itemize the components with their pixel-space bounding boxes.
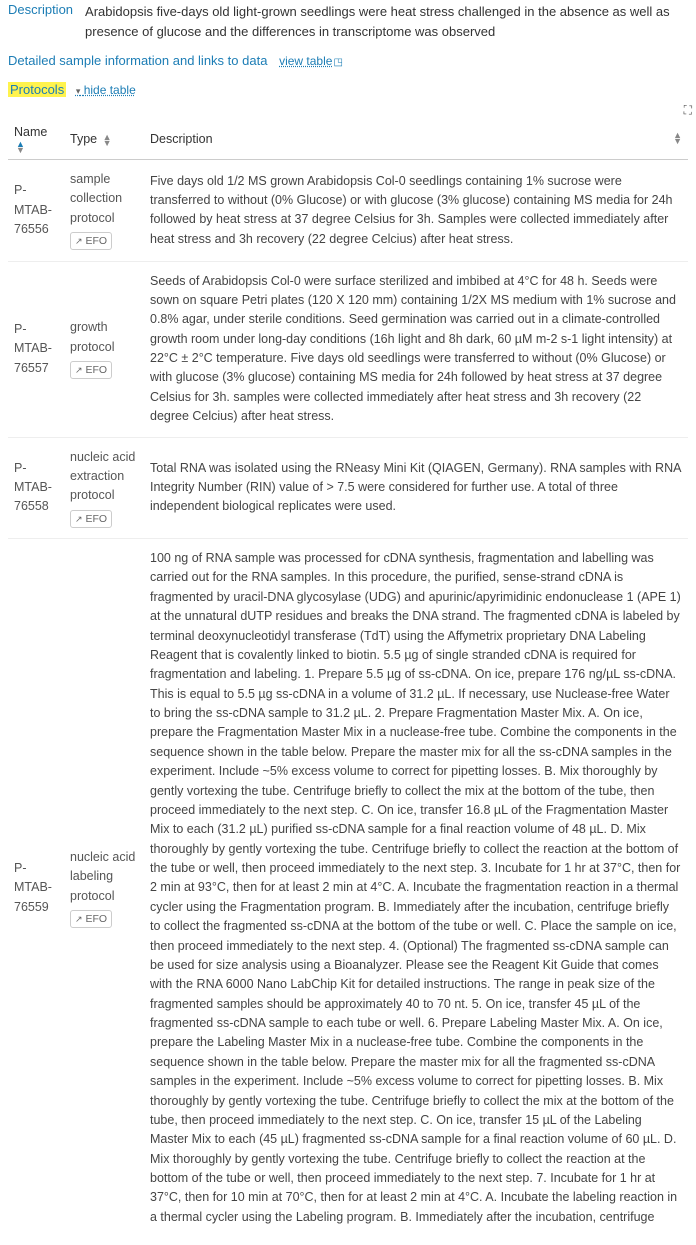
- cell-name: P-MTAB-76559: [8, 539, 64, 1238]
- cell-description: Seeds of Arabidopsis Col-0 were surface …: [144, 261, 688, 437]
- external-link-icon: ◳: [333, 57, 342, 68]
- cell-description: Total RNA was isolated using the RNeasy …: [144, 437, 688, 539]
- sort-icon: ▲▼: [103, 134, 112, 146]
- description-text: Arabidopsis five-days old light-grown se…: [85, 2, 688, 41]
- efo-button[interactable]: ↗ EFO: [70, 361, 112, 379]
- view-table-label: view table: [279, 54, 332, 68]
- external-link-icon: ↗: [75, 514, 83, 524]
- view-table-button[interactable]: view table◳: [279, 54, 343, 68]
- cell-type: sample collection protocol ↗ EFO: [64, 160, 144, 262]
- external-link-icon: ↗: [75, 236, 83, 246]
- column-header-description[interactable]: Description ▲▼: [144, 119, 688, 160]
- hide-table-label: hide table: [84, 83, 136, 97]
- fullscreen-icon[interactable]: ⛶: [684, 103, 692, 118]
- table-row: P-MTAB-76557 growth protocol ↗ EFO Seeds…: [8, 261, 688, 437]
- hide-table-button[interactable]: ▾ hide table: [76, 83, 136, 97]
- sort-icon: ▲▼: [16, 141, 25, 153]
- cell-description: 100 ng of RNA sample was processed for c…: [144, 539, 688, 1238]
- cell-description: Five days old 1/2 MS grown Arabidopsis C…: [144, 160, 688, 262]
- column-header-name[interactable]: Name ▲▼: [8, 119, 64, 160]
- external-link-icon: ↗: [75, 914, 83, 924]
- protocols-table: Name ▲▼ Type ▲▼ Description ▲▼ P-MTAB-76…: [8, 119, 688, 1237]
- chevron-down-icon: ▾: [76, 86, 81, 96]
- sample-info-link[interactable]: Detailed sample information and links to…: [8, 53, 267, 68]
- cell-name: P-MTAB-76556: [8, 160, 64, 262]
- cell-type: nucleic acid extraction protocol ↗ EFO: [64, 437, 144, 539]
- protocols-label: Protocols: [8, 82, 66, 97]
- cell-name: P-MTAB-76557: [8, 261, 64, 437]
- cell-type: nucleic acid labeling protocol ↗ EFO: [64, 539, 144, 1238]
- cell-name: P-MTAB-76558: [8, 437, 64, 539]
- table-row: P-MTAB-76559 nucleic acid labeling proto…: [8, 539, 688, 1238]
- table-row: P-MTAB-76558 nucleic acid extraction pro…: [8, 437, 688, 539]
- table-row: P-MTAB-76556 sample collection protocol …: [8, 160, 688, 262]
- external-link-icon: ↗: [75, 365, 83, 375]
- efo-button[interactable]: ↗ EFO: [70, 910, 112, 928]
- cell-type: growth protocol ↗ EFO: [64, 261, 144, 437]
- description-label: Description: [8, 2, 73, 41]
- sort-icon: ▲▼: [673, 132, 682, 144]
- efo-button[interactable]: ↗ EFO: [70, 232, 112, 250]
- column-header-type[interactable]: Type ▲▼: [64, 119, 144, 160]
- efo-button[interactable]: ↗ EFO: [70, 510, 112, 528]
